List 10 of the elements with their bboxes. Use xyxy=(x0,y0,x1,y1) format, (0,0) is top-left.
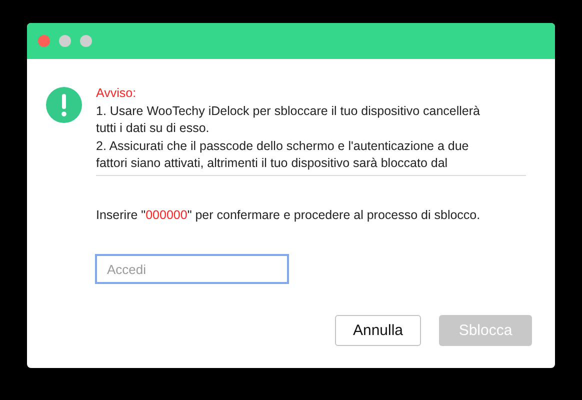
window-control-button[interactable] xyxy=(59,35,71,47)
window-control-button[interactable] xyxy=(38,35,50,47)
warning-icon xyxy=(46,87,82,123)
warning-text: 1. Usare WooTechy iDelock per sbloccare il tuo dispositivo cancellerà tutti i dati su di esso. xyxy=(96,102,481,137)
warning-title: Avviso: xyxy=(96,85,138,102)
warning-text: 2. Assicurati che il passcode dello schermo e l'autenticazione a due fattori siano attivati, altrimenti il tuo dispositivo sarà bloccato dal xyxy=(96,138,470,172)
window-control-button[interactable] xyxy=(80,35,92,47)
code-input-field[interactable]: Accedi xyxy=(95,254,289,284)
instruction-text: Inserire "000000" per confermare e procedere al processo di sblocco. xyxy=(96,208,480,222)
dialog-button[interactable]: Annulla xyxy=(335,315,421,346)
